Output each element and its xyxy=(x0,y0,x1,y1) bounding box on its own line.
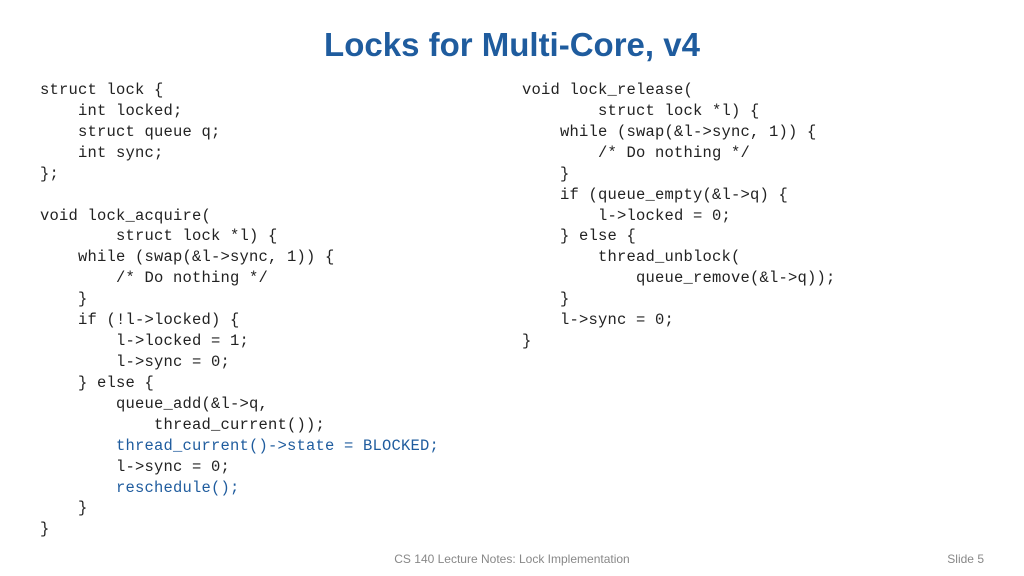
code-left: struct lock { int locked; struct queue q… xyxy=(40,80,502,540)
footer-right: Slide 5 xyxy=(947,552,984,566)
code-columns: struct lock { int locked; struct queue q… xyxy=(0,80,1024,540)
slide-footer: CS 140 Lecture Notes: Lock Implementatio… xyxy=(0,552,1024,566)
right-column: void lock_release( struct lock *l) { whi… xyxy=(512,80,984,540)
code-right: void lock_release( struct lock *l) { whi… xyxy=(522,80,984,352)
left-column: struct lock { int locked; struct queue q… xyxy=(40,80,512,540)
code-segment: struct lock { int locked; struct queue q… xyxy=(40,81,335,434)
code-segment: } } xyxy=(40,499,88,538)
slide-title: Locks for Multi-Core, v4 xyxy=(0,0,1024,80)
code-highlight: thread_current()->state = BLOCKED; xyxy=(40,437,439,455)
footer-center: CS 140 Lecture Notes: Lock Implementatio… xyxy=(394,552,629,566)
code-segment: l->sync = 0; xyxy=(40,458,230,476)
code-highlight: reschedule(); xyxy=(40,479,240,497)
